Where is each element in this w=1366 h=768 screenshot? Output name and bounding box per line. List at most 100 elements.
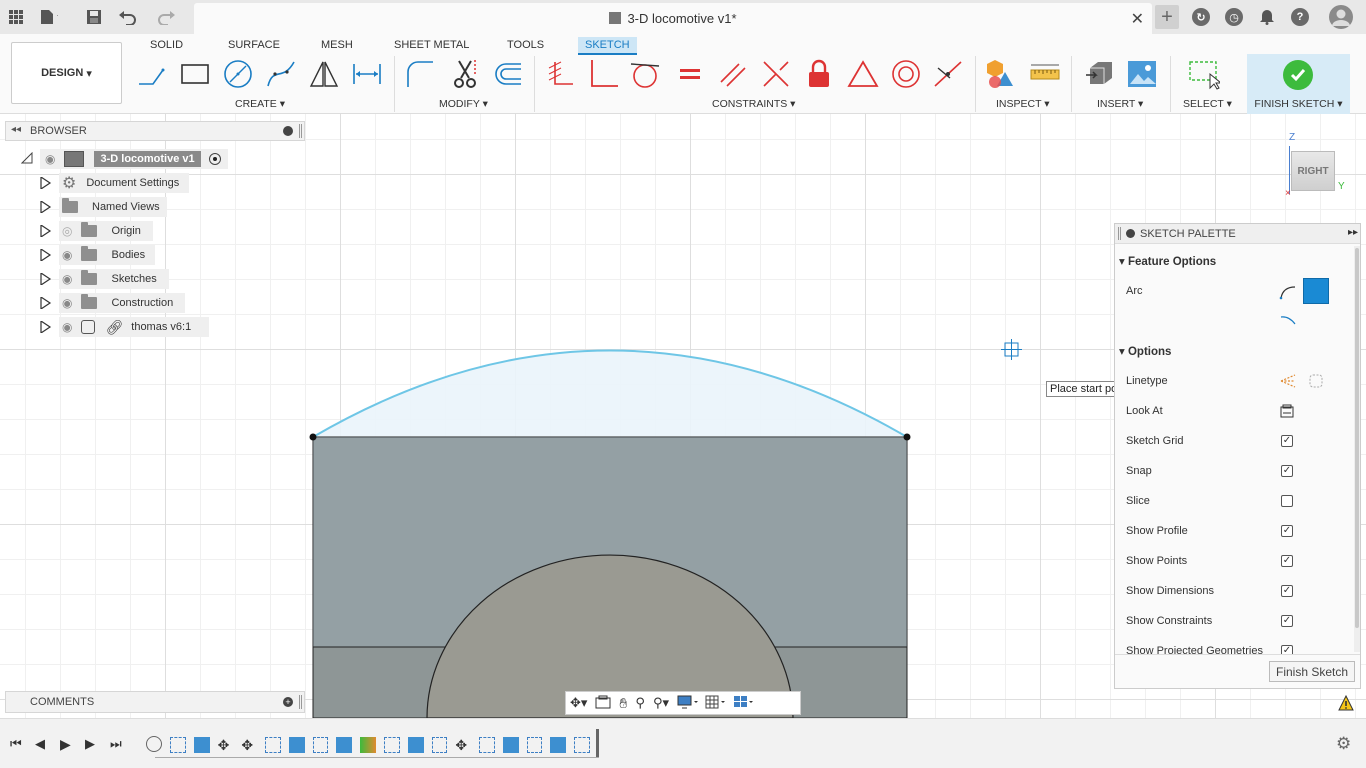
options-section[interactable]: ▾ Options <box>1119 344 1171 358</box>
line-tool-icon[interactable] <box>136 58 168 90</box>
warning-icon[interactable] <box>1338 694 1354 711</box>
job-status-icon[interactable]: ◷ <box>1225 8 1243 26</box>
grid-settings-icon[interactable] <box>705 695 727 712</box>
insert-image-icon[interactable] <box>1126 58 1158 90</box>
save-icon[interactable] <box>85 8 103 26</box>
extensions-icon[interactable]: ↻ <box>1192 8 1210 26</box>
modify-group-label[interactable]: MODIFY ▾ <box>439 98 488 110</box>
trim-scissors-icon[interactable] <box>449 58 481 90</box>
step-back-icon[interactable]: ◀ <box>35 736 45 752</box>
midpoint-constraint-icon[interactable] <box>932 58 964 90</box>
timeline-extrude-icon[interactable] <box>407 737 424 753</box>
zoom-icon[interactable]: ⚲ <box>635 695 645 711</box>
viewcube[interactable]: Z RIGHT Y × <box>1283 132 1363 202</box>
file-menu-icon[interactable] <box>40 8 58 26</box>
show-profile-checkbox[interactable]: ✓ <box>1281 525 1293 537</box>
eye-icon[interactable]: ◉ <box>62 248 72 262</box>
step-forward-icon[interactable]: ▶ <box>85 736 95 752</box>
coincident-constraint-icon[interactable] <box>545 58 577 90</box>
display-settings-icon[interactable] <box>677 695 699 712</box>
timeline-settings-gear-icon[interactable]: ⚙ <box>1336 734 1351 754</box>
perpendicular-constraint-icon[interactable] <box>588 58 620 90</box>
tab-sketch[interactable]: SKETCH <box>578 37 637 55</box>
browser-panel-header[interactable]: ◂◂ BROWSER <box>5 121 305 141</box>
finish-sketch-palette-button[interactable]: Finish Sketch <box>1269 661 1355 682</box>
select-window-icon[interactable] <box>1188 58 1220 90</box>
user-avatar-icon[interactable] <box>1329 5 1353 29</box>
pan-hand-icon[interactable]: ✋︎ <box>619 695 627 712</box>
snap-checkbox[interactable]: ✓ <box>1281 465 1293 477</box>
sketch-palette-header[interactable]: SKETCH PALETTE ▸▸ <box>1115 224 1360 244</box>
timeline-sketch-icon[interactable] <box>574 737 591 753</box>
timeline-move-icon[interactable]: ✥ <box>218 737 234 753</box>
palette-scrollbar-thumb[interactable] <box>1355 248 1359 628</box>
palette-minimize-icon[interactable] <box>1126 229 1135 238</box>
add-comment-icon[interactable]: + <box>283 697 293 707</box>
collinear-constraint-icon[interactable] <box>760 58 792 90</box>
timeline-revolve-icon[interactable] <box>360 737 376 753</box>
app-grid-icon[interactable] <box>7 8 25 26</box>
redo-icon[interactable] <box>158 8 176 26</box>
constraints-group-label[interactable]: CONSTRAINTS ▾ <box>712 98 795 110</box>
timeline-extrude-icon[interactable] <box>336 737 353 753</box>
centerline-linetype-icon[interactable] <box>1308 373 1324 392</box>
eye-icon[interactable]: ◉ <box>62 296 72 310</box>
eye-icon[interactable]: ◉ <box>62 272 72 286</box>
browser-item-origin[interactable]: ◎ Origin <box>59 221 153 241</box>
inspect-group-label[interactable]: INSPECT ▾ <box>996 98 1050 110</box>
play-icon[interactable]: ▶ <box>60 736 71 753</box>
insert-derive-icon[interactable] <box>1084 58 1116 90</box>
dimension-tool-icon[interactable] <box>351 58 383 90</box>
expand-arrow-icon[interactable] <box>40 295 52 312</box>
orbit-icon[interactable]: ✥▾ <box>570 695 587 711</box>
eye-hidden-icon[interactable]: ◎ <box>62 224 72 238</box>
offset-tool-icon[interactable] <box>492 58 524 90</box>
undo-icon[interactable] <box>118 8 136 26</box>
eye-icon[interactable]: ◉ <box>45 152 55 166</box>
tab-sheet-metal[interactable]: SHEET METAL <box>387 37 476 53</box>
viewcube-face[interactable]: RIGHT <box>1291 151 1335 191</box>
comments-panel[interactable]: COMMENTS + <box>5 691 305 713</box>
expand-arrow-icon[interactable] <box>40 247 52 264</box>
sketch-grid-checkbox[interactable]: ✓ <box>1281 435 1293 447</box>
browser-item-document-settings[interactable]: ⚙ Document Settings <box>59 173 189 193</box>
rectangle-tool-icon[interactable] <box>179 58 211 90</box>
close-tab-icon[interactable]: ✕ <box>1131 9 1144 29</box>
timeline-extrude-icon[interactable] <box>288 737 305 753</box>
create-group-label[interactable]: CREATE ▾ <box>235 98 285 110</box>
tab-tools[interactable]: TOOLS <box>500 37 551 53</box>
browser-item-named-views[interactable]: Named Views <box>59 197 167 217</box>
show-projected-geometries-checkbox[interactable]: ✓ <box>1281 645 1293 654</box>
palette-expand-icon[interactable]: ▸▸ <box>1348 227 1358 238</box>
concentric-constraint-icon[interactable] <box>890 58 922 90</box>
comments-pin-icon[interactable] <box>299 695 302 709</box>
timeline-sketch-icon[interactable] <box>265 737 281 753</box>
browser-item-construction[interactable]: ◉ Construction <box>59 293 185 313</box>
go-to-end-icon[interactable]: ⏭ <box>110 736 122 752</box>
eye-icon[interactable]: ◉ <box>62 320 72 334</box>
root-collapse-arrow-icon[interactable] <box>20 151 33 164</box>
show-dimensions-checkbox[interactable]: ✓ <box>1281 585 1293 597</box>
palette-scrollbar[interactable] <box>1354 246 1360 652</box>
construction-linetype-icon[interactable] <box>1279 373 1297 392</box>
timeline-feature-icon[interactable] <box>146 736 162 752</box>
tab-surface[interactable]: SURFACE <box>221 37 287 53</box>
equal-constraint-icon[interactable] <box>674 58 706 90</box>
browser-item-bodies[interactable]: ◉ Bodies <box>59 245 155 265</box>
browser-minimize-icon[interactable] <box>283 126 293 136</box>
timeline-sketch-icon[interactable] <box>383 737 400 753</box>
inspect-shapes-icon[interactable] <box>985 58 1017 90</box>
browser-root-item[interactable]: ◉ 3-D locomotive v1 <box>40 149 228 169</box>
timeline-extrude-icon[interactable] <box>502 737 519 753</box>
finish-sketch-button[interactable]: FINISH SKETCH ▾ <box>1247 54 1350 114</box>
arc-option-selected-icon[interactable] <box>1303 278 1329 304</box>
tangent-constraint-icon[interactable] <box>629 58 661 90</box>
circle-tool-icon[interactable] <box>222 58 254 90</box>
triangle-constraint-icon[interactable] <box>847 58 879 90</box>
workspace-switcher-button[interactable]: DESIGN ▾ <box>11 42 122 104</box>
expand-arrow-icon[interactable] <box>40 175 52 192</box>
timeline-marker-handle[interactable] <box>596 729 599 757</box>
notifications-bell-icon[interactable] <box>1258 8 1276 26</box>
timeline-extrude-icon[interactable] <box>550 737 567 753</box>
palette-grip-icon[interactable] <box>1118 227 1121 240</box>
